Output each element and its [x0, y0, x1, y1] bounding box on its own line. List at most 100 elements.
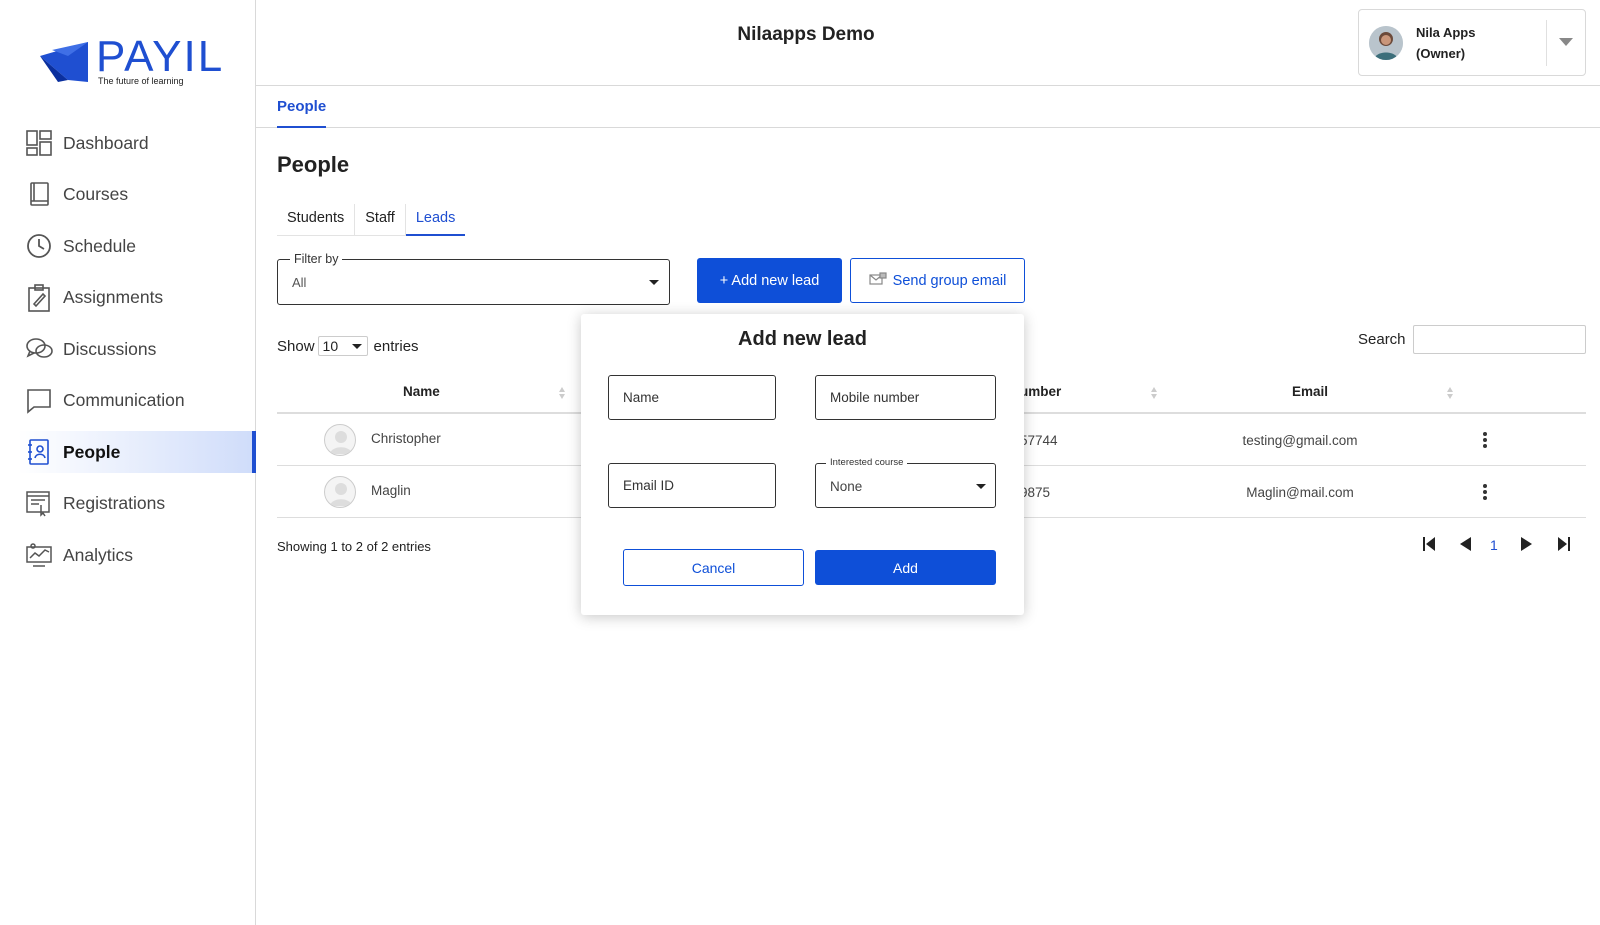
book-icon: [25, 181, 53, 209]
user-menu[interactable]: Nila Apps (Owner): [1358, 9, 1586, 76]
tab-leads[interactable]: Leads: [405, 204, 466, 236]
search-input[interactable]: [1413, 325, 1586, 354]
sidebar-item-analytics[interactable]: Analytics: [0, 534, 256, 576]
tab-staff[interactable]: Staff: [355, 204, 406, 236]
sidebar-nav: Dashboard Courses Schedule Assignments D…: [0, 122, 256, 586]
add-button[interactable]: Add: [815, 550, 996, 585]
sidebar-item-label: Courses: [63, 184, 129, 204]
sidebar-item-discussions[interactable]: Discussions: [0, 328, 256, 370]
sidebar: PAYIL The future of learning Dashboard C…: [0, 0, 256, 925]
interested-course-label: Interested course: [826, 457, 908, 468]
chat-bubbles-icon: [25, 335, 53, 363]
previous-page-icon[interactable]: [1459, 536, 1472, 552]
send-group-email-button[interactable]: Send group email: [850, 258, 1025, 303]
last-page-icon[interactable]: [1557, 536, 1571, 552]
sidebar-item-label: Communication: [63, 390, 185, 410]
column-header-mobile-number[interactable]: umber: [1020, 384, 1061, 399]
column-header-name[interactable]: Name: [403, 384, 440, 399]
user-role: (Owner): [1416, 46, 1466, 61]
cancel-button[interactable]: Cancel: [623, 549, 804, 586]
more-options-icon[interactable]: [1477, 482, 1493, 502]
entries-value: 10: [322, 338, 339, 354]
chevron-down-icon[interactable]: [1559, 38, 1573, 46]
caret-down-icon: [351, 344, 362, 349]
lead-name: Christopher: [371, 431, 441, 446]
sidebar-item-label: Schedule: [63, 235, 136, 256]
dashboard-icon: [25, 129, 53, 157]
column-header-email[interactable]: Email: [1292, 384, 1328, 399]
message-icon: [25, 387, 53, 415]
people-subtabs: Students Staff Leads: [277, 204, 466, 236]
add-new-lead-button[interactable]: + Add new lead: [697, 258, 842, 303]
page-tabbar: People: [256, 86, 1600, 128]
organization-title: Nilaapps Demo: [737, 24, 875, 45]
sidebar-item-label: Analytics: [63, 544, 134, 565]
name-placeholder: Name: [623, 390, 660, 405]
logo-tagline: The future of learning: [98, 76, 184, 86]
sidebar-item-label: Registrations: [63, 493, 166, 513]
logo-wing-icon: [40, 42, 88, 82]
sidebar-item-label: People: [63, 441, 121, 462]
user-name: Nila Apps: [1416, 25, 1476, 40]
add-new-lead-dialog: Add new lead Name Mobile number Email ID…: [581, 314, 1024, 615]
sidebar-item-label: Discussions: [63, 338, 157, 359]
more-options-icon[interactable]: [1477, 430, 1493, 450]
sidebar-item-people[interactable]: People: [18, 431, 256, 473]
tab-people[interactable]: People: [277, 98, 327, 128]
registration-form-icon: [25, 490, 53, 518]
sidebar-item-label: Dashboard: [63, 132, 149, 153]
sort-icon[interactable]: [1150, 386, 1158, 400]
lead-email: testing@gmail.com: [1242, 433, 1358, 448]
interested-course-select[interactable]: Interested course None: [815, 457, 996, 508]
contact-book-icon: [25, 438, 53, 466]
first-page-icon[interactable]: [1422, 536, 1436, 552]
sidebar-item-communication[interactable]: Communication: [0, 380, 256, 422]
analytics-icon: [25, 541, 53, 569]
send-group-email-label: Send group email: [892, 272, 1007, 289]
user-name-block: Nila Apps (Owner): [1416, 22, 1475, 64]
caret-down-icon: [649, 280, 659, 285]
sort-icon[interactable]: [1446, 386, 1454, 400]
top-header: Nilaapps Demo Nila Apps (Owner): [256, 0, 1600, 86]
logo-wordmark: PAYIL: [96, 32, 225, 81]
pagination: 1: [1419, 536, 1579, 556]
name-input[interactable]: Name: [608, 375, 776, 420]
next-page-icon[interactable]: [1520, 536, 1533, 552]
lead-email: Maglin@mail.com: [1246, 485, 1354, 500]
mobile-placeholder: Mobile number: [830, 390, 920, 405]
sort-icon[interactable]: [558, 386, 566, 400]
interested-course-value: None: [830, 479, 863, 494]
sidebar-item-label: Assignments: [63, 287, 164, 307]
search-label: Search: [1358, 331, 1406, 348]
email-id-input[interactable]: Email ID: [608, 463, 776, 508]
filter-label: Filter by: [290, 252, 343, 266]
user-avatar: [1369, 26, 1403, 60]
tab-students[interactable]: Students: [277, 204, 356, 236]
clock-icon: [25, 232, 53, 260]
payil-logo[interactable]: PAYIL The future of learning: [38, 30, 222, 90]
lead-mobile: 57744: [1020, 433, 1058, 448]
sidebar-item-dashboard[interactable]: Dashboard: [0, 122, 256, 164]
user-avatar-placeholder-icon: [324, 476, 356, 508]
show-label: Show: [277, 337, 315, 355]
entries-label: entries: [373, 337, 419, 355]
current-page-number[interactable]: 1: [1490, 537, 1498, 553]
sidebar-item-registrations[interactable]: Registrations: [0, 483, 256, 525]
sidebar-item-courses[interactable]: Courses: [0, 174, 256, 216]
lead-mobile: 9875: [1020, 485, 1051, 500]
clipboard-icon: [25, 283, 53, 312]
page-title: People: [277, 152, 350, 177]
sidebar-item-schedule[interactable]: Schedule: [0, 225, 256, 267]
filter-select[interactable]: Filter by All: [277, 252, 670, 305]
show-entries-control: Show 10 entries: [277, 336, 419, 356]
caret-down-icon: [976, 484, 986, 489]
mobile-number-input[interactable]: Mobile number: [815, 375, 996, 420]
user-menu-divider: [1546, 20, 1547, 66]
email-placeholder: Email ID: [623, 478, 675, 493]
mail-icon: [869, 271, 887, 290]
lead-name: Maglin: [371, 483, 411, 498]
filter-value: All: [292, 275, 307, 290]
entries-per-page-select[interactable]: 10: [317, 336, 368, 356]
dialog-title: Add new lead: [738, 328, 867, 350]
sidebar-item-assignments[interactable]: Assignments: [0, 277, 256, 319]
